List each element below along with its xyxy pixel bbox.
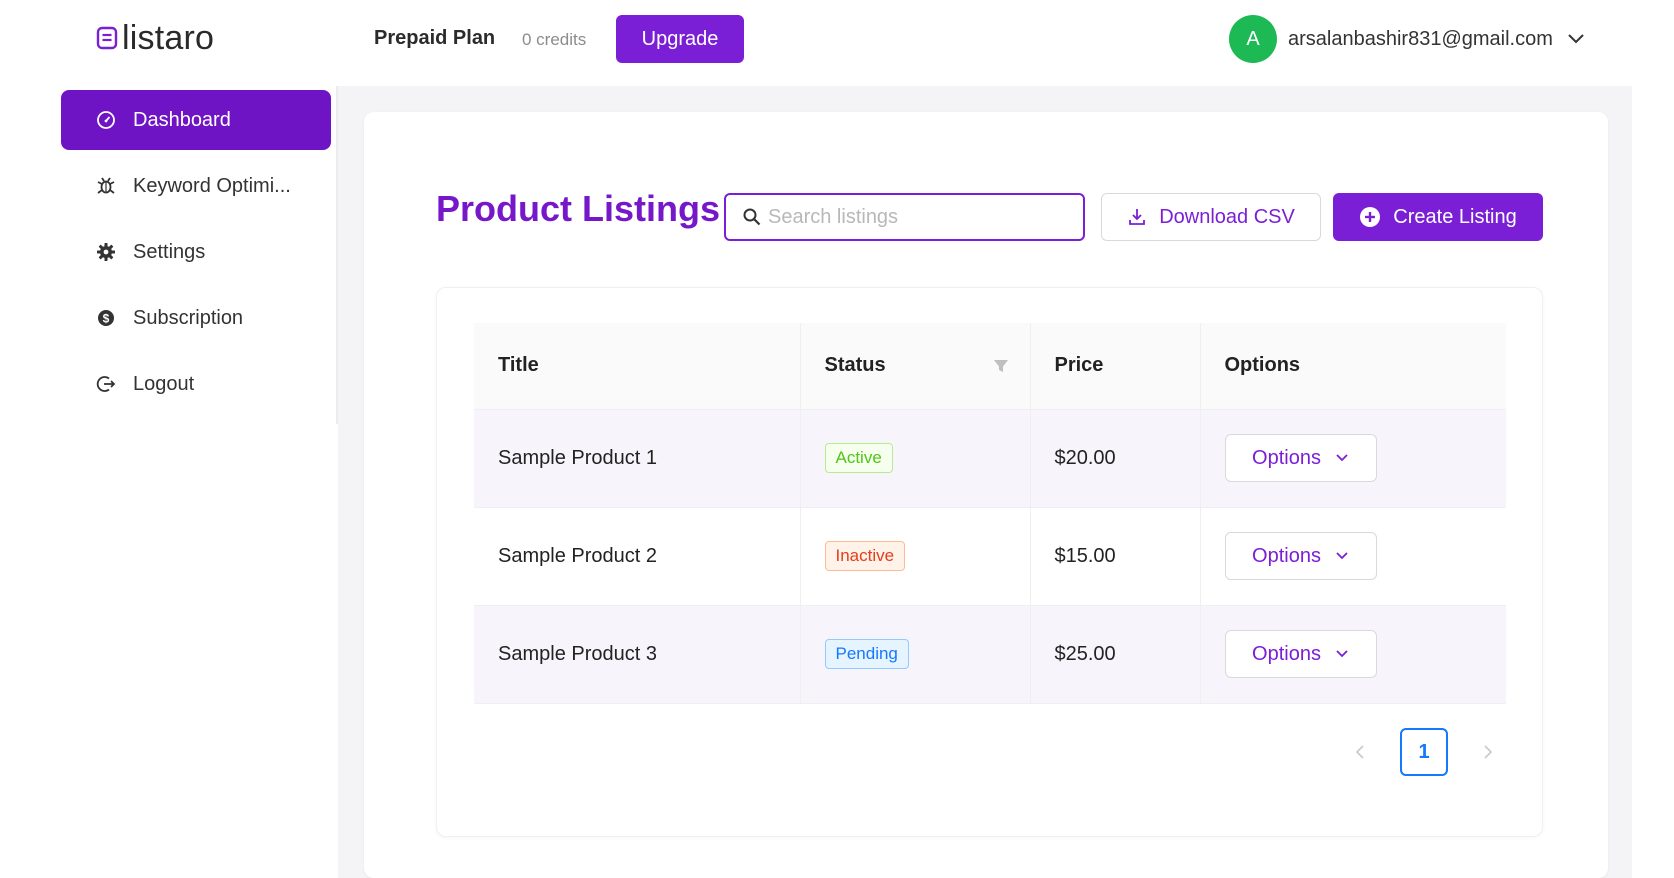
- plus-circle-icon: [1360, 207, 1381, 227]
- table-row: Sample Product 2 Inactive $15.00 Options: [474, 507, 1506, 606]
- download-icon: [1129, 209, 1146, 225]
- options-label: Options: [1252, 544, 1321, 567]
- column-header-options: Options: [1200, 323, 1506, 410]
- credits-count: 0 credits: [522, 30, 587, 49]
- options-dropdown-button[interactable]: Options: [1224, 630, 1377, 678]
- cell-options: Options: [1200, 409, 1506, 508]
- cell-price: $15.00: [1030, 507, 1201, 606]
- dashboard-icon: [95, 109, 117, 131]
- column-header-price[interactable]: Price: [1030, 323, 1201, 410]
- filter-icon[interactable]: [992, 357, 1010, 375]
- cell-title: Sample Product 1: [474, 409, 801, 508]
- top-header: listaro Prepaid Plan 0 credits Upgrade A…: [0, 0, 1674, 86]
- sidebar-item-label: Keyword Optimi...: [133, 174, 291, 197]
- gear-icon: [95, 241, 117, 263]
- search-input[interactable]: [768, 205, 1068, 229]
- status-badge: Pending: [824, 639, 909, 669]
- page-title: Product Listings: [436, 188, 721, 229]
- logout-icon: [95, 373, 117, 395]
- download-csv-button[interactable]: Download CSV: [1101, 193, 1321, 241]
- sidebar-item-label: Logout: [133, 372, 195, 395]
- table-row: Sample Product 3 Pending $25.00 Options: [474, 605, 1506, 704]
- options-label: Options: [1252, 446, 1321, 469]
- sidebar-item-label: Settings: [133, 240, 206, 263]
- svg-text:$: $: [103, 312, 110, 326]
- cell-status: Pending: [800, 605, 1031, 704]
- page-number-button[interactable]: 1: [1400, 728, 1448, 776]
- sidebar-item-settings[interactable]: Settings: [61, 222, 331, 282]
- sidebar-item-label: Dashboard: [133, 108, 231, 131]
- table-header-row: Title Status Price Options: [474, 323, 1506, 410]
- search-icon: [743, 208, 761, 226]
- chevron-down-icon: [1336, 552, 1348, 560]
- logo-icon: [96, 26, 118, 50]
- status-badge: Inactive: [824, 541, 906, 571]
- cell-title: Sample Product 2: [474, 507, 801, 606]
- cell-price: $25.00: [1030, 605, 1201, 704]
- plan-label: Prepaid Plan: [374, 27, 496, 49]
- cell-title: Sample Product 3: [474, 605, 801, 704]
- cell-price: $20.00: [1030, 409, 1201, 508]
- options-dropdown-button[interactable]: Options: [1224, 532, 1377, 580]
- chevron-down-icon: [1336, 454, 1348, 462]
- listings-table: Title Status Price Options Sample Produc…: [474, 323, 1506, 704]
- column-header-title[interactable]: Title: [474, 323, 801, 410]
- table-row: Sample Product 1 Active $20.00 Options: [474, 409, 1506, 508]
- chevron-down-icon: [1336, 650, 1348, 658]
- options-label: Options: [1252, 642, 1321, 665]
- avatar[interactable]: A: [1229, 15, 1277, 63]
- pagination: 1: [1340, 728, 1508, 776]
- chevron-left-icon: [1355, 745, 1364, 759]
- sidebar-item-logout[interactable]: Logout: [61, 354, 331, 414]
- create-listing-button[interactable]: Create Listing: [1333, 193, 1543, 241]
- dollar-icon: $: [95, 307, 117, 329]
- bug-icon: [95, 175, 117, 197]
- column-header-status-label: Status: [824, 354, 886, 377]
- chevron-right-icon: [1484, 745, 1493, 759]
- download-csv-label: Download CSV: [1159, 205, 1295, 228]
- sidebar-item-dashboard[interactable]: Dashboard: [61, 90, 331, 150]
- prev-page-button[interactable]: [1340, 732, 1380, 772]
- cell-status: Inactive: [800, 507, 1031, 606]
- create-listing-label: Create Listing: [1393, 205, 1517, 228]
- logo-text: listaro: [122, 18, 215, 57]
- app-root: listaro Prepaid Plan 0 credits Upgrade A…: [0, 0, 1674, 878]
- user-menu[interactable]: A arsalanbashir831@gmail.com: [1229, 15, 1585, 63]
- column-header-status[interactable]: Status: [800, 323, 1031, 410]
- options-dropdown-button[interactable]: Options: [1224, 434, 1377, 482]
- cell-options: Options: [1200, 507, 1506, 606]
- sidebar-item-keyword-optimizer[interactable]: Keyword Optimi...: [61, 156, 331, 216]
- logo[interactable]: listaro: [96, 18, 214, 58]
- cell-status: Active: [800, 409, 1031, 508]
- user-email: arsalanbashir831@gmail.com: [1288, 27, 1553, 50]
- status-badge: Active: [824, 443, 893, 473]
- next-page-button[interactable]: [1468, 732, 1508, 772]
- search-box[interactable]: [724, 193, 1085, 241]
- sidebar-item-subscription[interactable]: $ Subscription: [61, 288, 331, 348]
- cell-options: Options: [1200, 605, 1506, 704]
- upgrade-button[interactable]: Upgrade: [616, 15, 744, 63]
- sidebar-item-label: Subscription: [133, 306, 244, 329]
- chevron-down-icon[interactable]: [1567, 33, 1585, 45]
